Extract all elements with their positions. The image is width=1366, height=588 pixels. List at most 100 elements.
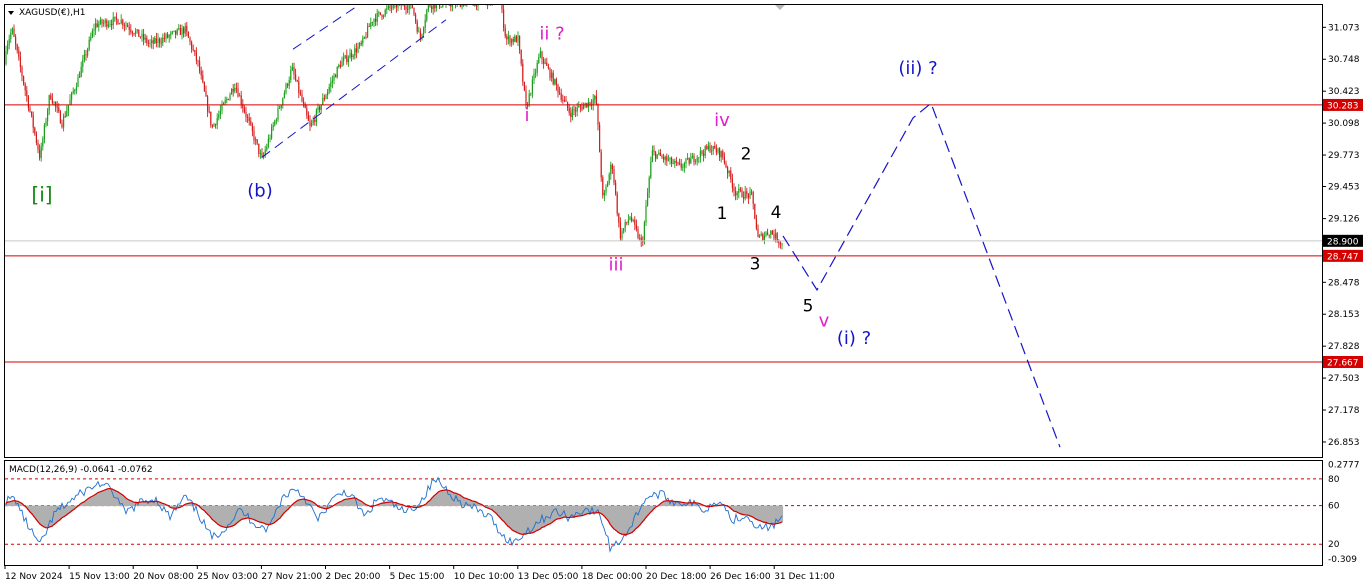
candle-body <box>579 106 581 108</box>
candle-body <box>615 182 617 194</box>
candle-body <box>703 153 705 156</box>
candle-body <box>266 146 268 151</box>
macd-histogram-bar <box>555 505 558 520</box>
price-level-badge: 30.283 <box>1327 101 1359 111</box>
candle-body <box>211 125 213 127</box>
macd-histogram-bar <box>449 490 452 507</box>
candle-body <box>464 5 466 6</box>
candle-body <box>131 31 133 34</box>
candle-body <box>419 31 421 39</box>
wave-label: ii ? <box>539 23 564 44</box>
candle-body <box>187 31 189 38</box>
macd-histogram-bar <box>261 505 264 524</box>
candle-body <box>312 119 314 123</box>
candle-body <box>509 36 511 44</box>
macd-histogram-bar <box>439 491 442 507</box>
candle-body <box>293 66 295 75</box>
candle-body <box>104 20 106 23</box>
candle-body <box>685 159 687 164</box>
candle-body <box>717 148 719 153</box>
candle-body <box>203 82 205 92</box>
candle-body <box>752 192 754 204</box>
candle-body <box>533 73 535 80</box>
candle-body <box>751 191 753 193</box>
candle-body <box>778 241 780 243</box>
candle-body <box>232 88 234 92</box>
candle-body <box>413 7 415 15</box>
candle-body <box>560 93 562 100</box>
macd-histogram-bar <box>773 505 776 525</box>
candle-body <box>712 145 714 151</box>
candle-body <box>344 55 346 58</box>
macd-histogram-bar <box>537 505 540 531</box>
candle-body <box>709 145 711 152</box>
macd-histogram-bar <box>125 498 128 507</box>
x-tick-label: 13 Dec 05:00 <box>518 572 579 582</box>
candle-body <box>91 30 93 37</box>
symbol-header[interactable]: XAGUSD(€),H1 <box>8 8 85 18</box>
candle-body <box>362 38 364 44</box>
candle-body <box>664 156 666 160</box>
candle-body <box>160 42 162 44</box>
macd-histogram-bar <box>115 490 118 507</box>
candle-body <box>570 112 572 117</box>
candle-body <box>554 79 556 85</box>
candle-body <box>677 162 679 164</box>
macd-histogram-bar <box>37 505 40 523</box>
price-level-badge: 28.747 <box>1327 252 1359 262</box>
candle-body <box>749 191 751 199</box>
candle-body <box>719 148 721 158</box>
candle-body <box>216 118 218 125</box>
candle-body <box>183 28 185 34</box>
candle-body <box>381 14 383 17</box>
candle-body <box>234 88 236 92</box>
candle-body <box>253 131 255 141</box>
candle-body <box>155 38 157 43</box>
macd-histogram-bar <box>213 505 216 522</box>
price-level-badge: 27.667 <box>1327 358 1359 368</box>
candle-body <box>23 76 25 84</box>
candle-body <box>672 163 674 165</box>
x-tick-label: 12 Nov 2024 <box>5 572 63 582</box>
candle-body <box>295 74 297 80</box>
candle-body <box>112 17 114 26</box>
candle-body <box>575 110 577 112</box>
candle-body <box>122 19 124 26</box>
candle-body <box>87 49 89 56</box>
candle-body <box>290 70 292 81</box>
candle-body <box>151 40 153 43</box>
candle-body <box>501 5 503 10</box>
candle-body <box>363 36 365 39</box>
candle-body <box>770 231 772 235</box>
candle-body <box>213 124 215 127</box>
macd-histogram-bar <box>517 505 520 534</box>
macd-histogram-bar <box>215 505 218 524</box>
x-tick-label: 15 Nov 13:00 <box>69 572 130 582</box>
candle-body <box>576 107 578 112</box>
candle-body <box>120 19 122 24</box>
macd-histogram-bar <box>501 505 504 521</box>
candle-body <box>682 167 684 169</box>
candle-body <box>647 192 649 206</box>
candle-body <box>71 92 73 100</box>
candle-body <box>202 75 204 83</box>
macd-histogram-bar <box>471 500 474 507</box>
candle-body <box>88 39 90 50</box>
chart-svg[interactable]: 31.073 30.748 30.423 30.098 29.773 29.453 29.1… <box>0 0 1366 588</box>
candle-body <box>759 235 761 238</box>
candle-body <box>239 95 241 97</box>
candle-body <box>109 24 111 25</box>
candle-body <box>210 111 212 126</box>
candle-body <box>360 43 362 44</box>
candle-body <box>648 177 650 193</box>
candle-body <box>247 117 249 118</box>
candle-body <box>618 213 620 223</box>
candle-body <box>519 35 521 51</box>
candle-body <box>415 14 417 22</box>
candle-body <box>671 157 673 164</box>
candle-body <box>48 95 50 111</box>
candle-body <box>727 167 729 174</box>
candle-body <box>219 110 221 115</box>
candle-body <box>552 72 554 85</box>
candle-body <box>675 160 677 163</box>
